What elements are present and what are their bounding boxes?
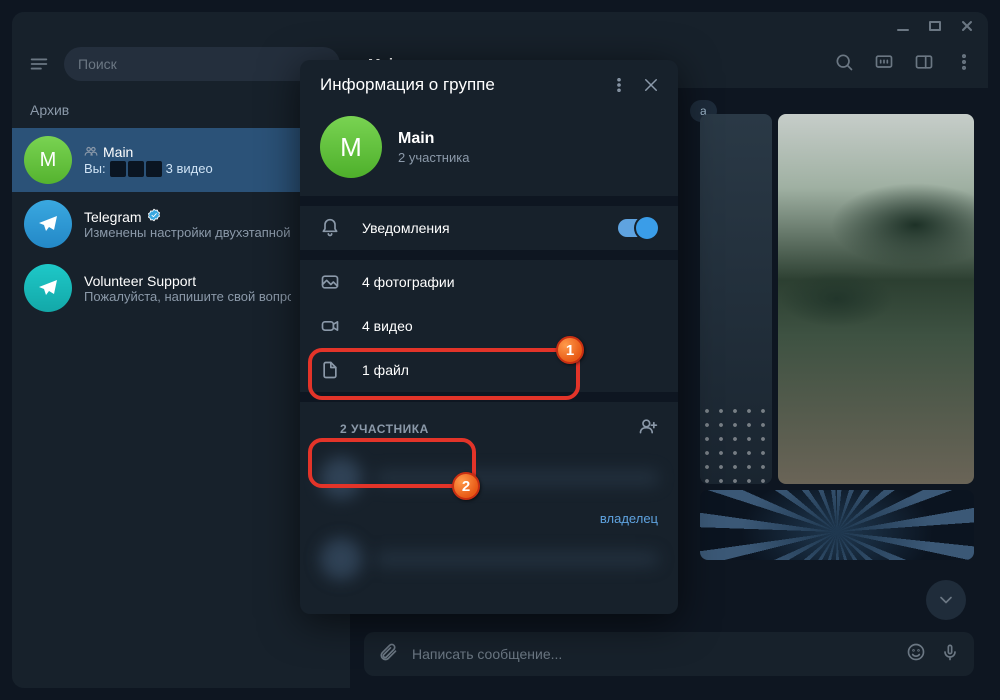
chat-sub-text: Изменены настройки двухэтапной … [84,225,292,240]
member-avatar [320,538,362,580]
message-input[interactable] [412,646,892,662]
files-row[interactable]: 1 файл [300,348,678,392]
add-member-button[interactable] [638,416,658,441]
member-row[interactable] [300,449,678,507]
chat-name-text: Telegram [84,209,142,225]
photo-icon [320,272,342,292]
modal-title: Информация о группе [320,75,598,95]
emoji-icon[interactable] [906,642,926,667]
members-header: 2 УЧАСТНИКА [300,402,678,449]
annotation-badge-2: 2 [452,472,480,500]
member-row[interactable] [300,530,678,588]
member-name [376,471,658,485]
chat-item-lines: Telegram Изменены настройки двухэтапной … [84,208,292,240]
separator [300,250,678,260]
member-avatar [320,457,362,499]
group-avatar[interactable]: M [320,116,382,178]
member-name [376,552,658,566]
window-maximize-button[interactable] [928,19,942,33]
group-subtitle: 2 участника [398,150,469,165]
chat-item-lines: Main Вы: 3 видео [84,144,310,177]
chat-sub-suffix: 3 видео [166,161,213,176]
gallery-image[interactable] [700,114,772,484]
avatar [24,264,72,312]
photos-label: 4 фотографии [362,274,455,290]
media-gallery [700,114,974,560]
files-label: 1 файл [362,362,409,378]
scroll-down-button[interactable] [926,580,966,620]
gallery-image[interactable] [778,114,974,484]
notifications-row[interactable]: Уведомления [300,206,678,250]
chat-name-text: Volunteer Support [84,273,196,289]
group-info-panel: Информация о группе M Main 2 участника У… [300,60,678,614]
search-icon[interactable] [834,52,854,77]
thumb-previews [110,161,162,177]
modal-close-button[interactable] [640,74,662,96]
attach-icon[interactable] [378,642,398,667]
search-input[interactable]: Поиск [64,47,340,81]
avatar [24,200,72,248]
notifications-label: Уведомления [362,220,450,236]
voice-icon[interactable] [940,642,960,667]
photos-row[interactable]: 4 фотографии [300,260,678,304]
message-composer [364,632,974,676]
videos-row[interactable]: 4 видео [300,304,678,348]
comments-icon[interactable] [874,52,894,77]
chat-header-actions [834,52,974,77]
side-panel-icon[interactable] [914,52,934,77]
bell-icon [320,218,342,238]
modal-header: Информация о группе [300,60,678,106]
modal-profile: M Main 2 участника [300,106,678,196]
more-icon[interactable] [954,52,974,77]
chat-name-text: Main [103,144,133,160]
group-name-block: Main 2 участника [398,130,469,165]
chat-sub-text: Пожалуйста, напишите свой вопро… [84,289,291,304]
video-icon [320,316,342,336]
group-icon [84,144,98,161]
window-minimize-button[interactable] [896,19,910,33]
group-name: Main [398,130,469,148]
modal-more-button[interactable] [608,74,630,96]
avatar: M [24,136,72,184]
verified-icon [147,208,161,225]
members-header-label: 2 УЧАСТНИКА [340,422,618,436]
notifications-toggle[interactable] [618,219,658,237]
file-icon [320,360,342,380]
member-owner-wrap: владелец [300,507,678,530]
separator [300,196,678,206]
owner-label: владелец [600,511,658,526]
menu-button[interactable] [22,47,56,81]
gallery-image[interactable] [700,490,974,560]
titlebar [12,12,988,40]
separator [300,392,678,402]
annotation-badge-1: 1 [556,336,584,364]
chat-item-lines: Volunteer Support Пожалуйста, напишите с… [84,273,291,304]
videos-label: 4 видео [362,318,413,334]
search-placeholder: Поиск [78,56,117,72]
chat-sub-prefix: Вы: [84,161,106,176]
window-close-button[interactable] [960,19,974,33]
